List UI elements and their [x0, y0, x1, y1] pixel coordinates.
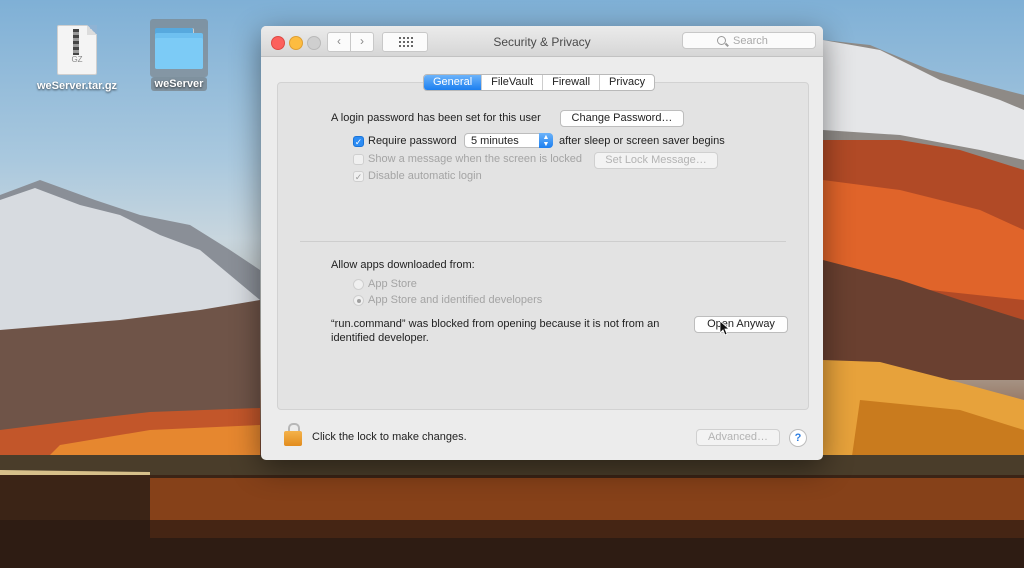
section-divider — [300, 241, 786, 242]
desktop-icon-weserver-targz[interactable]: GZ weServer.tar.gz — [29, 25, 125, 93]
help-button[interactable]: ? — [789, 429, 807, 447]
tab-privacy[interactable]: Privacy — [600, 75, 654, 90]
login-password-text: A login password has been set for this u… — [331, 112, 541, 124]
desktop-icon-label: weServer — [150, 77, 208, 91]
search-input[interactable]: Search — [682, 32, 816, 49]
folder-icon — [150, 19, 208, 77]
require-password-delay-value: 5 minutes — [471, 135, 519, 147]
titlebar: ‹ › Security & Privacy Search — [261, 26, 823, 57]
allow-apps-label: Allow apps downloaded from: — [331, 259, 475, 271]
search-placeholder: Search — [733, 35, 768, 47]
radio-app-store-identified-label: App Store and identified developers — [368, 294, 543, 306]
search-icon — [717, 36, 726, 45]
require-password-delay-select[interactable]: 5 minutes ▲ ▼ — [464, 133, 553, 148]
radio-app-store-label: App Store — [368, 278, 417, 290]
blocked-message-line1: “run.command” was blocked from opening b… — [331, 318, 660, 330]
gz-archive-icon: GZ — [57, 25, 97, 75]
chevron-updown-icon: ▲ ▼ — [539, 133, 553, 148]
tab-filevault[interactable]: FileVault — [482, 75, 544, 90]
radio-app-store-identified[interactable] — [353, 295, 364, 306]
radio-app-store[interactable] — [353, 279, 364, 290]
disable-login-checkbox[interactable]: ✓ — [353, 171, 364, 182]
open-anyway-button[interactable]: Open Anyway — [694, 316, 788, 333]
lock-icon[interactable] — [284, 423, 302, 446]
tab-general[interactable]: General — [424, 75, 483, 90]
desktop-icon-weserver-folder[interactable]: weServer — [131, 19, 227, 91]
lock-text: Click the lock to make changes. — [312, 431, 467, 443]
change-password-button[interactable]: Change Password… — [560, 110, 684, 127]
security-privacy-window: ‹ › Security & Privacy Search General Fi… — [261, 26, 823, 460]
disable-login-label: Disable automatic login — [368, 170, 482, 182]
desktop-icon-label: weServer.tar.gz — [36, 80, 118, 92]
require-password-checkbox[interactable]: ✓ — [353, 136, 364, 147]
show-message-label: Show a message when the screen is locked — [368, 153, 583, 165]
require-password-label: Require password — [368, 135, 457, 147]
advanced-button[interactable]: Advanced… — [696, 429, 780, 446]
tab-firewall[interactable]: Firewall — [543, 75, 601, 90]
set-lock-message-button[interactable]: Set Lock Message… — [594, 152, 718, 169]
mouse-pointer-icon — [720, 321, 730, 335]
after-sleep-text: after sleep or screen saver begins — [559, 135, 725, 147]
tab-bar: General FileVault Firewall Privacy — [423, 74, 656, 91]
blocked-message-line2: identified developer. — [331, 332, 429, 344]
show-message-checkbox[interactable] — [353, 154, 364, 165]
general-pane: A login password has been set for this u… — [277, 82, 809, 410]
